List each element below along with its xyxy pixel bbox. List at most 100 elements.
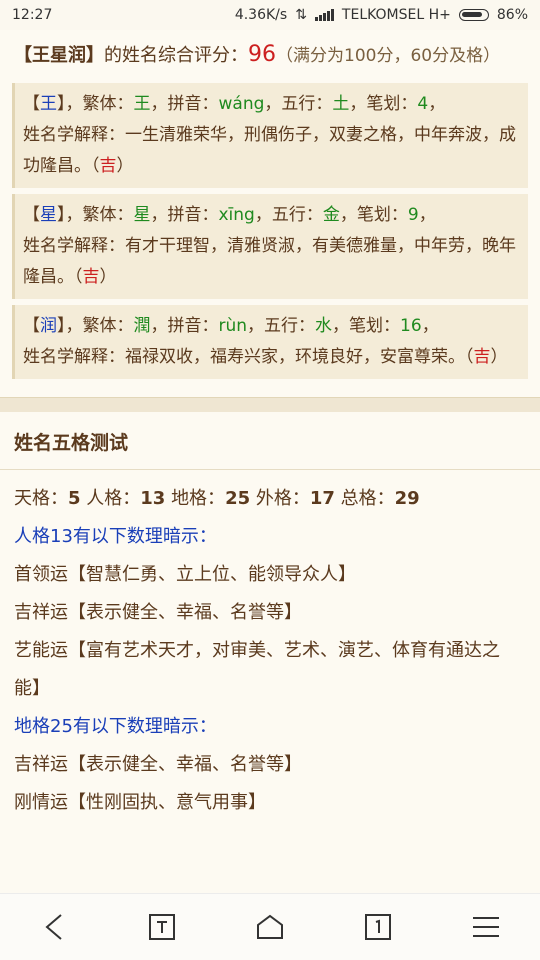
luck-open: （ xyxy=(465,347,474,367)
bracket: 【 xyxy=(23,205,40,225)
traditional-value: 王 xyxy=(133,94,151,114)
total-score: 96 xyxy=(248,42,276,67)
home-icon xyxy=(257,914,283,939)
section-title: 姓名五格测试 xyxy=(0,412,540,470)
bracket: 【 xyxy=(14,45,32,66)
data-arrows-icon: ⇅ xyxy=(295,7,307,23)
status-time: 12:27 xyxy=(12,7,53,23)
meaning-label: 姓名学解释： xyxy=(23,125,125,145)
character-card: 【王】，繁体：王，拼音：wáng，五行：土，笔划：4， 姓名学解释：一生清雅荣华，… xyxy=(12,83,528,188)
battery-icon xyxy=(458,9,489,21)
pinyin-label: ，拼音： xyxy=(150,205,219,225)
character-cards: 【王】，繁体：王，拼音：wáng，五行：土，笔划：4， 姓名学解释：一生清雅荣华，… xyxy=(12,83,528,379)
luck-value: 吉 xyxy=(473,347,491,367)
tab-button[interactable] xyxy=(142,907,182,947)
hint-item: 吉祥运【表示健全、幸福、名誉等】 xyxy=(14,754,302,775)
grid-label: 外格： xyxy=(255,488,310,509)
luck-close: ） xyxy=(116,156,134,176)
section-divider xyxy=(0,397,540,412)
score-note: （满分为100分，60分及格） xyxy=(276,46,501,66)
bracket: 】 xyxy=(57,94,66,114)
status-indicators: 4.36K/s ⇅ TELKOMSEL H+ 86% xyxy=(235,7,528,23)
bracket: 【 xyxy=(23,316,40,336)
signal-icon xyxy=(314,9,334,21)
strokes-label: ，笔划： xyxy=(339,205,408,225)
hint-item: 首领运【智慧仁勇、立上位、能领导众人】 xyxy=(14,564,356,585)
element-label: ，五行： xyxy=(254,205,323,225)
grid-label: 地格： xyxy=(171,488,226,509)
luck-value: 吉 xyxy=(82,267,100,287)
hint-item: 艺能运【富有艺术天才，对审美、艺术、演艺、体育有通达之能】 xyxy=(14,640,500,699)
luck-close: ） xyxy=(490,347,508,367)
pinyin-value: wáng xyxy=(218,94,265,114)
strokes-value: 16 xyxy=(400,316,422,336)
back-icon xyxy=(45,914,62,940)
element-label: ，五行： xyxy=(247,316,316,336)
grid-value: 5 xyxy=(68,488,81,509)
element-value: 金 xyxy=(322,205,340,225)
comma: ， xyxy=(428,94,446,114)
carrier-name: TELKOMSEL H+ xyxy=(341,7,451,23)
dige-hint: 地格25有以下数理暗示： xyxy=(14,716,217,737)
menu-button[interactable] xyxy=(466,907,506,947)
nav-bar xyxy=(0,893,540,960)
character-card: 【润】，繁体：潤，拼音：rùn，五行：水，笔划：16， 姓名学解释：福禄双收，福寿… xyxy=(12,305,528,379)
element-value: 水 xyxy=(315,316,333,336)
bracket: 】 xyxy=(86,45,104,66)
pinyin-label: ，拼音： xyxy=(150,94,219,114)
pages-button[interactable] xyxy=(358,907,398,947)
traditional-value: 潤 xyxy=(133,316,151,336)
person-name: 王星润 xyxy=(32,45,86,66)
traditional-label: ，繁体： xyxy=(65,94,134,114)
traditional-label: ，繁体： xyxy=(65,205,134,225)
back-button[interactable] xyxy=(34,907,74,947)
network-speed: 4.36K/s xyxy=(234,7,288,23)
renge-list: 首领运【智慧仁勇、立上位、能领导众人】 吉祥运【表示健全、幸福、名誉等】艺能运【富… xyxy=(14,556,526,708)
pinyin-value: xīng xyxy=(218,205,255,225)
grid-label: 总格： xyxy=(340,488,395,509)
grid-value: 17 xyxy=(309,488,335,509)
traditional-value: 星 xyxy=(133,205,151,225)
luck-value: 吉 xyxy=(99,156,117,176)
character: 星 xyxy=(40,205,57,225)
comma: ， xyxy=(418,205,436,225)
bracket: 】 xyxy=(57,316,66,336)
element-label: ，五行： xyxy=(264,94,333,114)
hint-item: 刚情运【性刚固执、意气用事】 xyxy=(14,792,266,813)
character: 润 xyxy=(40,316,57,336)
pages-icon xyxy=(365,914,391,940)
comma: ， xyxy=(421,316,439,336)
meaning-text: 福禄双收，福寿兴家，环境良好，安富尊荣。 xyxy=(125,347,465,367)
grid-value: 25 xyxy=(225,488,251,509)
grid-label: 天格： xyxy=(14,488,68,509)
luck-open: （ xyxy=(74,267,83,287)
strokes-label: ，笔划： xyxy=(332,316,401,336)
traditional-label: ，繁体： xyxy=(65,316,134,336)
bracket: 】 xyxy=(57,205,66,225)
strokes-label: ，笔划： xyxy=(349,94,418,114)
luck-close: ） xyxy=(99,267,117,287)
strokes-value: 4 xyxy=(417,94,429,114)
meaning-label: 姓名学解释： xyxy=(23,347,125,367)
battery-level: 86% xyxy=(496,7,528,23)
grid-value: 29 xyxy=(394,488,420,509)
summary-text: 的姓名综合评分： xyxy=(104,45,248,66)
character-card: 【星】，繁体：星，拼音：xīng，五行：金，笔划：9， 姓名学解释：有才干理智，清… xyxy=(12,194,528,299)
pinyin-label: ，拼音： xyxy=(150,316,219,336)
name-score-summary: 【王星润】的姓名综合评分：96（满分为100分，60分及格） xyxy=(14,30,526,77)
bracket: 【 xyxy=(23,94,40,114)
home-button[interactable] xyxy=(250,907,290,947)
grid-label: 人格： xyxy=(86,488,141,509)
main-content: 【王星润】的姓名综合评分：96（满分为100分，60分及格） 【王】，繁体：王，… xyxy=(0,30,540,822)
luck-open: （ xyxy=(91,156,100,176)
meaning-label: 姓名学解释： xyxy=(23,236,125,256)
five-grids-line: 天格：5 人格：13 地格：25 外格：17 总格：29 xyxy=(14,470,526,518)
hint-item: 吉祥运【表示健全、幸福、名誉等】 xyxy=(14,602,302,623)
dige-list: 吉祥运【表示健全、幸福、名誉等】 刚情运【性刚固执、意气用事】 xyxy=(14,746,526,822)
status-bar: 12:27 4.36K/s ⇅ TELKOMSEL H+ 86% xyxy=(0,0,540,30)
pinyin-value: rùn xyxy=(218,316,248,336)
grid-value: 13 xyxy=(140,488,166,509)
text-tab-icon xyxy=(149,914,175,940)
renge-hint: 人格13有以下数理暗示： xyxy=(14,526,217,547)
element-value: 土 xyxy=(332,94,350,114)
